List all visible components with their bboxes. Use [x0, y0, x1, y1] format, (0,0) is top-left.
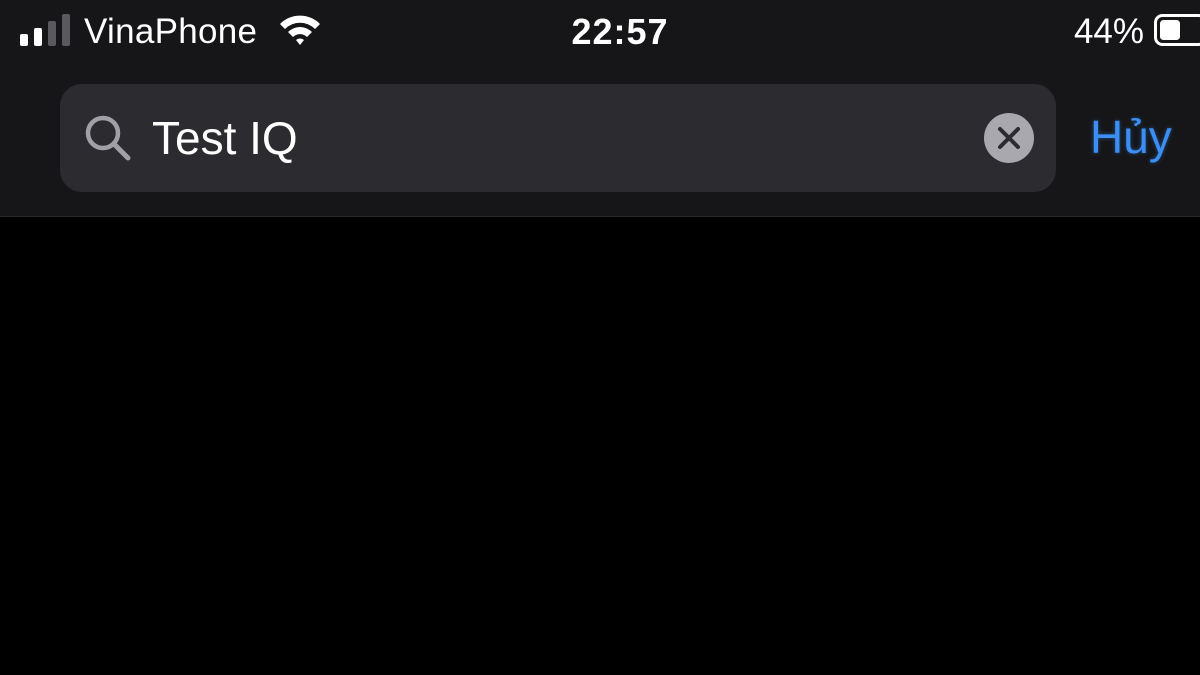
status-bar: VinaPhone 22:57 44% — [0, 0, 1200, 66]
screen: VinaPhone 22:57 44% Test IQ Hủy — [0, 0, 1200, 675]
battery-percentage: 44% — [1073, 12, 1144, 51]
cancel-button[interactable]: Hủy — [1090, 108, 1172, 166]
carrier-name: VinaPhone — [84, 12, 258, 51]
search-field[interactable]: Test IQ — [60, 84, 1056, 192]
search-icon — [85, 115, 131, 161]
wifi-icon — [280, 15, 320, 45]
header-area: VinaPhone 22:57 44% Test IQ Hủy — [0, 0, 1200, 217]
clear-search-button[interactable] — [984, 113, 1034, 163]
search-input[interactable]: Test IQ — [152, 108, 298, 168]
battery-icon — [1154, 14, 1200, 46]
search-results-area — [0, 217, 1200, 675]
cellular-signal-icon — [20, 14, 70, 46]
status-time: 22:57 — [571, 11, 669, 52]
clear-icon — [998, 127, 1020, 149]
